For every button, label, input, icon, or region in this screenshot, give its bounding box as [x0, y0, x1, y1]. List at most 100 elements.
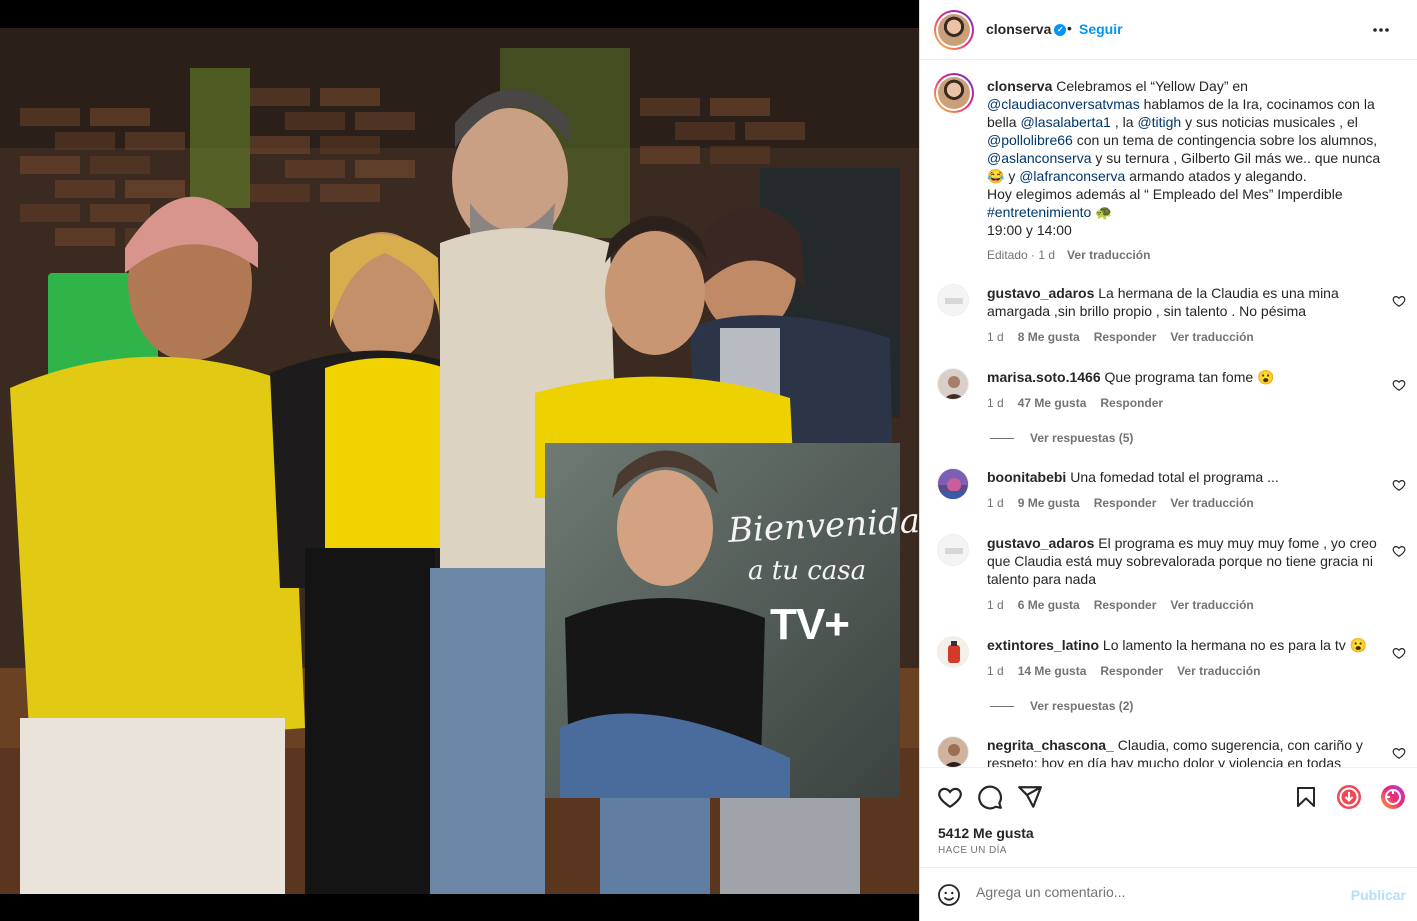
commenter-username[interactable]: marisa.soto.1466: [987, 369, 1101, 385]
translate-button[interactable]: Ver traducción: [1177, 664, 1260, 678]
view-replies-button[interactable]: Ver respuestas (5): [990, 431, 1133, 445]
caption-text: 19:00 y 14:00: [987, 222, 1072, 238]
translate-button[interactable]: Ver traducción: [1170, 330, 1253, 344]
caption-edited-time: Editado · 1 d: [987, 248, 1056, 262]
hashtag-link[interactable]: #entretenimiento: [987, 204, 1091, 220]
comment-likes[interactable]: 9 Me gusta: [1018, 496, 1080, 510]
caption-author-avatar[interactable]: [934, 73, 974, 113]
commenter-username[interactable]: gustavo_adaros: [987, 285, 1094, 301]
post-side-panel: clonserva ✓ • Seguir clonserva Celebramos…: [919, 0, 1417, 921]
commenter-username[interactable]: gustavo_adaros: [987, 535, 1094, 551]
commenter-username[interactable]: extintores_latino: [987, 637, 1099, 653]
translate-button[interactable]: Ver traducción: [1170, 496, 1253, 510]
comment-meta: 1 d 9 Me gusta Responder Ver traducción: [987, 496, 1268, 510]
caption-line-4: @pollolibre66 con un tema de contingenci…: [987, 131, 1387, 149]
more-icon[interactable]: [1372, 18, 1390, 47]
comment-body: gustavo_adaros La hermana de la Claudia …: [987, 284, 1377, 320]
author-avatar[interactable]: [934, 10, 974, 50]
post-photo[interactable]: Bienvenida a tu casa TV+: [0, 28, 919, 894]
mention-link[interactable]: @aslanconserva: [987, 150, 1092, 166]
commenter-username[interactable]: negrita_chascona_: [987, 737, 1114, 753]
mention-link[interactable]: @pollolibre66: [987, 132, 1073, 148]
caption-text: bella: [987, 114, 1021, 130]
post-caption: clonserva Celebramos el “Yellow Day” en …: [987, 77, 1387, 264]
instagram-post-viewer: Bienvenida a tu casa TV+ clonserva ✓ • Se…: [0, 0, 1417, 921]
comment-like-heart-icon[interactable]: [1392, 378, 1406, 392]
view-replies-label[interactable]: Ver respuestas (2): [1030, 699, 1133, 713]
comment-like-heart-icon[interactable]: [1392, 746, 1406, 760]
caption-username[interactable]: clonserva: [987, 78, 1052, 94]
caption-line-3: bella @lasalaberta1 , la @titigh y sus n…: [987, 113, 1387, 131]
post-header: clonserva ✓ • Seguir: [920, 0, 1417, 60]
comments-scroll-area[interactable]: clonserva Celebramos el “Yellow Day” en …: [920, 61, 1417, 767]
caption-text: 😂 y: [987, 168, 1020, 184]
comment-time: 1 d: [987, 396, 1004, 410]
verified-icon: ✓: [1054, 24, 1067, 37]
mention-link[interactable]: @titigh: [1137, 114, 1181, 130]
comment-time: 1 d: [987, 598, 1004, 612]
caption-text: 🐢: [1091, 204, 1113, 220]
translate-button[interactable]: Ver traducción: [1170, 598, 1253, 612]
comment-body: negrita_chascona_ Claudia, como sugerenc…: [987, 736, 1377, 767]
view-replies-label[interactable]: Ver respuestas (5): [1030, 431, 1133, 445]
tv-plus-logo: TV+: [770, 600, 850, 649]
author-username[interactable]: clonserva ✓: [986, 21, 1067, 37]
author-username-text[interactable]: clonserva: [986, 21, 1051, 37]
comment-icon[interactable]: [977, 784, 1003, 810]
caption-meta: Editado · 1 d Ver traducción: [987, 246, 1387, 264]
emoji-icon[interactable]: [937, 883, 961, 907]
comment-text: Una fomedad total el programa ...: [1070, 469, 1279, 485]
commenter-avatar[interactable]: [937, 468, 969, 500]
likes-count[interactable]: 5412 Me gusta: [938, 825, 1034, 841]
comment-like-heart-icon[interactable]: [1392, 294, 1406, 308]
mention-link[interactable]: @claudiaconversatvmas: [987, 96, 1140, 112]
bookmark-icon[interactable]: [1294, 784, 1318, 810]
follow-button[interactable]: Seguir: [1079, 21, 1123, 37]
post-media: Bienvenida a tu casa TV+: [0, 0, 919, 921]
reply-button[interactable]: Responder: [1094, 330, 1157, 344]
commenter-avatar[interactable]: [937, 736, 969, 767]
comment-input[interactable]: [976, 884, 1336, 900]
caption-line-2: @claudiaconversatvmas hablamos de la Ira…: [987, 95, 1387, 113]
caption-line-6: 😂 y @lafranconserva armando atados y ale…: [987, 167, 1387, 185]
comment-likes[interactable]: 47 Me gusta: [1018, 396, 1087, 410]
post-actions: 5412 Me gusta HACE UN DÍA: [920, 767, 1417, 867]
comment-likes[interactable]: 6 Me gusta: [1018, 598, 1080, 612]
comment-body: extintores_latino Lo lamento la hermana …: [987, 636, 1377, 654]
comment-body: gustavo_adaros El programa es muy muy mu…: [987, 534, 1377, 588]
comment-text: Que programa tan fome 😮: [1104, 369, 1275, 385]
commenter-avatar[interactable]: [937, 284, 969, 316]
reply-button[interactable]: Responder: [1094, 496, 1157, 510]
mention-link[interactable]: @lafranconserva: [1019, 168, 1125, 184]
publish-button[interactable]: Publicar: [1351, 887, 1406, 903]
commenter-username[interactable]: boonitabebi: [987, 469, 1066, 485]
comment-like-heart-icon[interactable]: [1392, 646, 1406, 660]
sign-text-line2: a tu casa: [748, 556, 867, 586]
comment-likes[interactable]: 14 Me gusta: [1018, 664, 1087, 678]
commenter-avatar[interactable]: [937, 534, 969, 566]
commenter-avatar[interactable]: [937, 368, 969, 400]
comment-likes[interactable]: 8 Me gusta: [1018, 330, 1080, 344]
comment-text: Lo lamento la hermana no es para la tv 😮: [1102, 637, 1368, 653]
view-replies-button[interactable]: Ver respuestas (2): [990, 699, 1133, 713]
comment-time: 1 d: [987, 330, 1004, 344]
share-icon[interactable]: [1017, 784, 1043, 810]
commenter-avatar[interactable]: [937, 636, 969, 668]
comment-meta: 1 d 6 Me gusta Responder Ver traducción: [987, 598, 1268, 612]
reply-button[interactable]: Responder: [1100, 396, 1163, 410]
comment-meta: 1 d 14 Me gusta Responder Ver traducción: [987, 664, 1274, 678]
comment-like-heart-icon[interactable]: [1392, 478, 1406, 492]
download-icon[interactable]: [1335, 783, 1363, 811]
caption-text: , la: [1110, 114, 1138, 130]
caption-translate-button[interactable]: Ver traducción: [1067, 248, 1150, 262]
mention-link[interactable]: @lasalaberta1: [1020, 114, 1111, 130]
caption-text: armando atados y alegando.: [1125, 168, 1307, 184]
reels-icon[interactable]: [1379, 783, 1407, 811]
comment-like-heart-icon[interactable]: [1392, 544, 1406, 558]
reply-button[interactable]: Responder: [1094, 598, 1157, 612]
header-separator: •: [1067, 20, 1072, 36]
comment-meta: 1 d 8 Me gusta Responder Ver traducción: [987, 330, 1268, 344]
reply-button[interactable]: Responder: [1100, 664, 1163, 678]
heart-icon[interactable]: [937, 784, 963, 810]
comment-time: 1 d: [987, 664, 1004, 678]
